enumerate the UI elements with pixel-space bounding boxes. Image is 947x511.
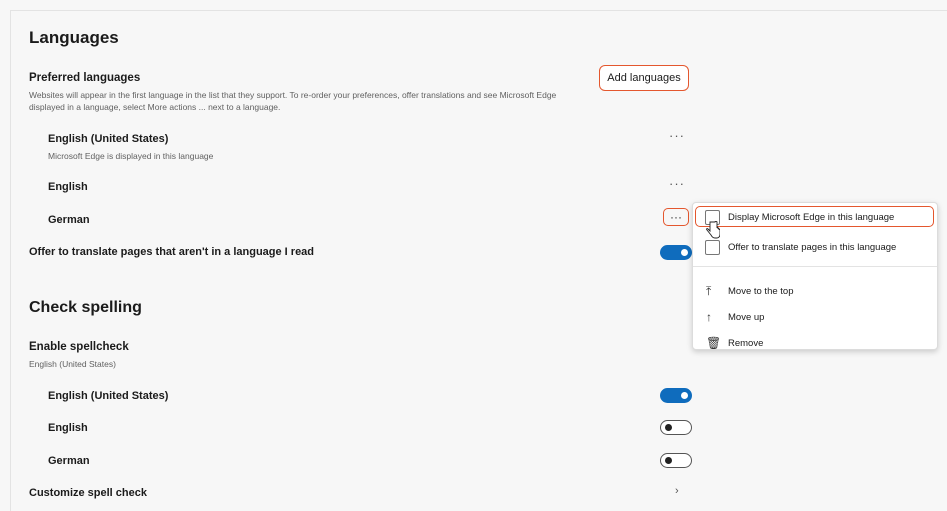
chevron-right-icon[interactable]: › bbox=[675, 485, 679, 497]
language-context-menu: Display Microsoft Edge in this language … bbox=[692, 202, 938, 350]
language-item-english-us: English (United States) bbox=[48, 133, 169, 145]
menu-divider bbox=[693, 266, 937, 267]
menu-item-remove-label: Remove bbox=[728, 337, 764, 349]
menu-item-move-to-top-label: Move to the top bbox=[728, 285, 794, 297]
languages-heading: Languages bbox=[29, 28, 119, 47]
more-actions-button-english[interactable]: ··· bbox=[669, 176, 685, 191]
trash-icon: 🗑︎ bbox=[706, 336, 722, 350]
more-actions-button-german[interactable]: ··· bbox=[663, 208, 689, 226]
spellcheck-item-english-us: English (United States) bbox=[48, 390, 169, 402]
language-item-english-us-sub: Microsoft Edge is displayed in this lang… bbox=[48, 151, 214, 161]
add-languages-label: Add languages bbox=[607, 72, 681, 84]
language-item-german: German bbox=[48, 214, 90, 226]
spellcheck-item-german: German bbox=[48, 455, 90, 467]
spellcheck-toggle-german[interactable] bbox=[660, 453, 692, 468]
spellcheck-toggle-english[interactable] bbox=[660, 420, 692, 435]
menu-item-display-edge-label: Display Microsoft Edge in this language bbox=[728, 211, 895, 223]
move-to-top-icon: ⤒ bbox=[706, 283, 712, 298]
enable-spellcheck-sub: English (United States) bbox=[29, 359, 116, 369]
menu-item-move-up[interactable]: ↑ Move up bbox=[693, 305, 937, 329]
spellcheck-toggle-english-us[interactable] bbox=[660, 388, 692, 403]
offer-translate-label: Offer to translate pages that aren't in … bbox=[29, 246, 315, 258]
checkbox-icon[interactable] bbox=[705, 239, 720, 255]
check-spelling-heading: Check spelling bbox=[29, 299, 142, 316]
menu-item-offer-translate[interactable]: Offer to translate pages in this languag… bbox=[693, 235, 937, 259]
enable-spellcheck-title: Enable spellcheck bbox=[29, 341, 129, 353]
customize-spell-check-label[interactable]: Customize spell check bbox=[29, 487, 147, 499]
preferred-languages-description: Websites will appear in the first langua… bbox=[29, 90, 557, 112]
hand-cursor-icon bbox=[706, 221, 720, 239]
settings-panel: Languages Preferred languages Websites w… bbox=[10, 10, 947, 511]
menu-item-offer-translate-label: Offer to translate pages in this languag… bbox=[728, 241, 897, 253]
arrow-up-icon: ↑ bbox=[706, 310, 712, 324]
menu-item-remove[interactable]: 🗑︎ Remove bbox=[693, 331, 937, 355]
preferred-languages-title: Preferred languages bbox=[29, 72, 141, 84]
more-actions-button-english-us[interactable]: ··· bbox=[669, 128, 685, 143]
add-languages-button[interactable]: Add languages bbox=[599, 65, 689, 91]
menu-item-display-edge[interactable]: Display Microsoft Edge in this language bbox=[693, 205, 937, 229]
spellcheck-item-english: English bbox=[48, 422, 88, 434]
offer-translate-toggle[interactable] bbox=[660, 245, 692, 260]
language-item-english: English bbox=[48, 181, 88, 193]
menu-item-move-to-top[interactable]: ⤒ Move to the top bbox=[693, 279, 937, 303]
menu-item-move-up-label: Move up bbox=[728, 311, 765, 323]
